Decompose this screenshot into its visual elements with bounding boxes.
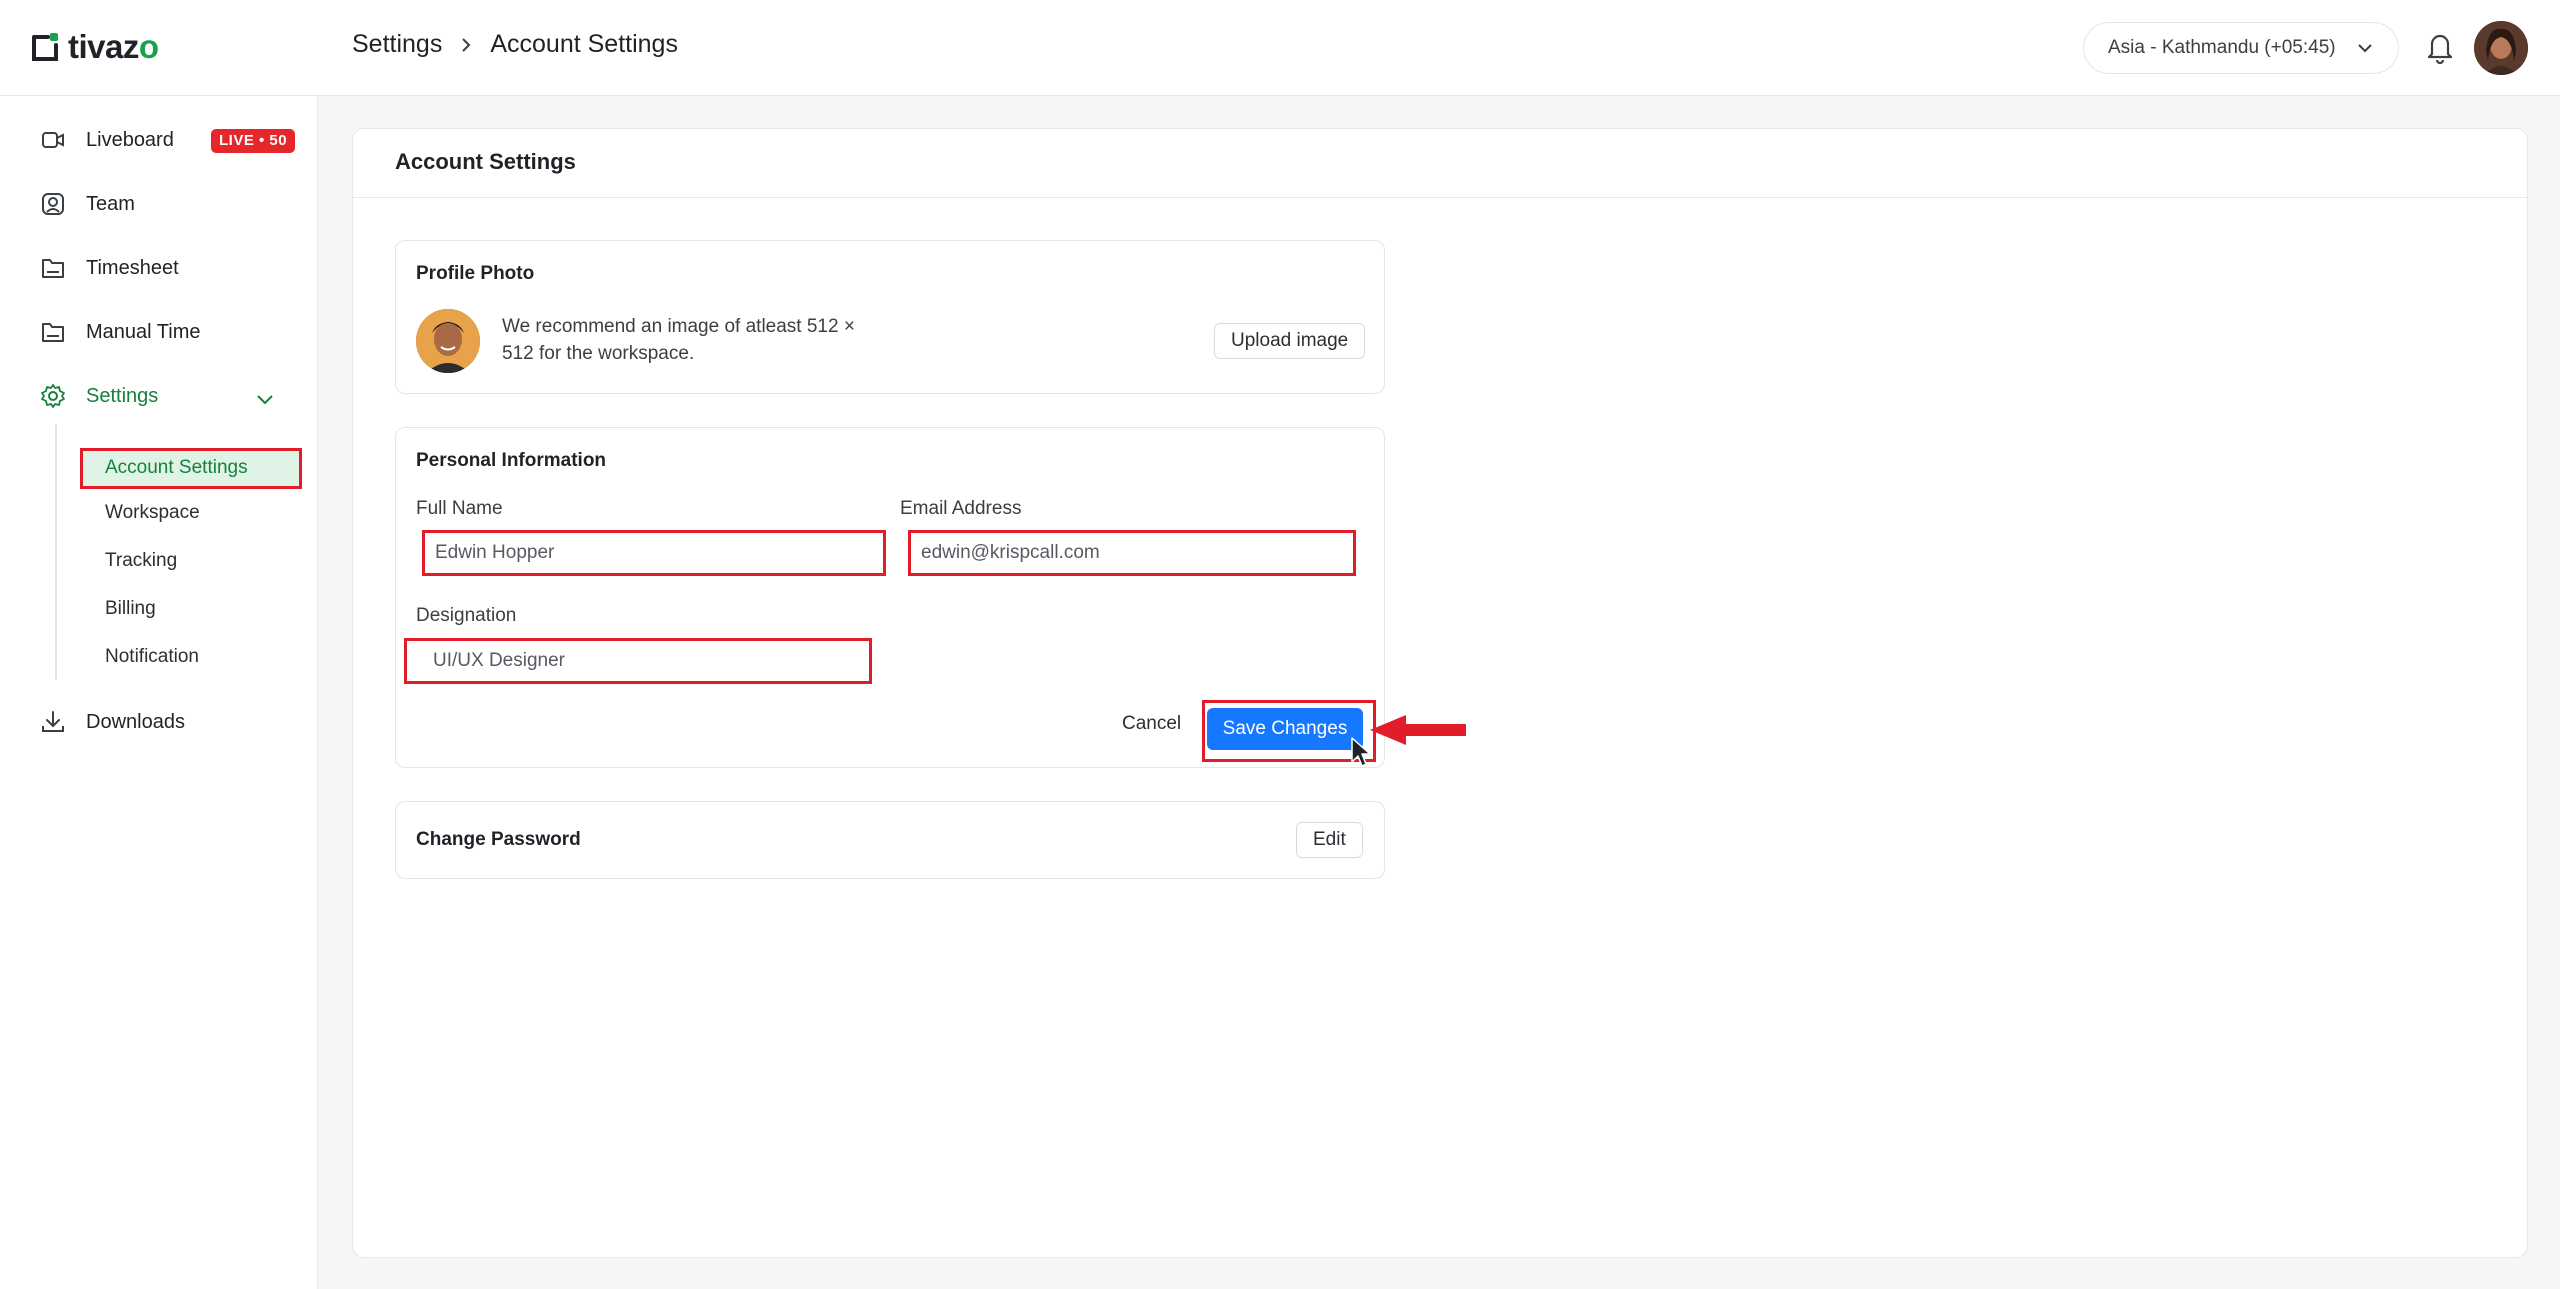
designation-value: UI/UX Designer (433, 650, 565, 671)
breadcrumb-account-settings: Account Settings (490, 30, 678, 58)
avatar-portrait (2474, 21, 2528, 75)
sidebar-item-label: Team (86, 192, 135, 215)
user-avatar[interactable] (2474, 21, 2528, 75)
user-square-icon (42, 193, 64, 215)
gear-icon (41, 384, 65, 408)
sidebar-subitem-account-settings[interactable]: Account Settings (80, 448, 302, 489)
profile-avatar (416, 309, 480, 373)
designation-input[interactable]: UI/UX Designer (404, 638, 872, 684)
divider (353, 197, 2527, 198)
folder-icon (42, 323, 64, 342)
sidebar-item-team[interactable]: Team (40, 191, 135, 217)
sidebar-item-label: Downloads (86, 710, 185, 733)
timezone-select[interactable]: Asia - Kathmandu (+05:45) (2083, 22, 2399, 74)
full-name-label: Full Name (416, 498, 503, 519)
page-title: Account Settings (395, 149, 576, 174)
sidebar-subitem-workspace[interactable]: Workspace (105, 502, 200, 524)
logo-text: tivazo (68, 28, 159, 65)
chevron-down-icon (2358, 44, 2372, 53)
chevron-down-icon[interactable] (254, 388, 276, 410)
top-header: tivazo Settings Account Settings Asia - … (0, 0, 2560, 96)
submenu-line (55, 424, 57, 680)
bell-icon[interactable] (2424, 30, 2456, 64)
profile-photo-panel: Profile Photo We recommend an image of a… (395, 240, 1385, 394)
save-changes-button[interactable]: Save Changes (1207, 708, 1363, 750)
sidebar-item-label: Manual Time (86, 320, 201, 343)
sidebar-subitem-billing[interactable]: Billing (105, 598, 156, 620)
download-icon (42, 711, 64, 732)
change-password-title: Change Password (416, 829, 581, 850)
video-camera-icon (42, 132, 64, 148)
tivazo-logo[interactable]: tivazo (30, 28, 159, 66)
sidebar-item-downloads[interactable]: Downloads (40, 709, 185, 735)
sidebar-item-label: Liveboard (86, 128, 174, 151)
sidebar-subitem-notification[interactable]: Notification (105, 646, 199, 668)
edit-password-button[interactable]: Edit (1296, 822, 1363, 858)
email-label: Email Address (900, 498, 1022, 519)
cancel-button[interactable]: Cancel (1122, 713, 1181, 735)
live-badge: LIVE • 50 (211, 129, 296, 153)
recommendation-text: We recommend an image of atleast 512 × 5… (502, 316, 855, 364)
sidebar-item-timesheet[interactable]: Timesheet (40, 255, 179, 281)
profile-photo-title: Profile Photo (416, 263, 535, 284)
folder-icon (42, 259, 64, 278)
logo-icon (32, 33, 58, 61)
email-input[interactable]: edwin@krispcall.com (908, 530, 1356, 576)
account-settings-card: Account Settings Profile Photo We recomm… (352, 128, 2528, 1258)
full-name-value: Edwin Hopper (435, 542, 555, 563)
mouse-cursor-icon (1351, 737, 1371, 767)
sidebar-item-settings[interactable]: Settings (40, 383, 158, 409)
upload-image-label: Upload image (1231, 330, 1349, 351)
timezone-value: Asia - Kathmandu (+05:45) (2108, 37, 2336, 58)
breadcrumb: Settings Account Settings (352, 30, 678, 59)
sidebar-item-label: Settings (86, 384, 159, 407)
change-password-panel: Change Password Edit (395, 801, 1385, 879)
edit-label: Edit (1313, 829, 1346, 850)
breadcrumb-settings[interactable]: Settings (352, 30, 442, 59)
designation-label: Designation (416, 605, 517, 626)
full-name-input[interactable]: Edwin Hopper (422, 530, 886, 576)
save-changes-label: Save Changes (1222, 718, 1348, 739)
sidebar: Liveboard LIVE • 50 Team Timesheet Manua… (0, 96, 318, 1289)
sidebar-item-manual-time[interactable]: Manual Time (40, 319, 201, 345)
personal-information-title: Personal Information (416, 450, 607, 471)
sidebar-subitem-label: Account Settings (105, 457, 248, 478)
chevron-right-icon (462, 37, 471, 52)
avatar-portrait (416, 309, 480, 373)
sidebar-subitem-tracking[interactable]: Tracking (105, 550, 177, 572)
sidebar-item-label: Timesheet (86, 256, 179, 279)
upload-image-button[interactable]: Upload image (1214, 323, 1366, 359)
email-value: edwin@krispcall.com (921, 542, 1100, 563)
red-arrow-icon (1370, 715, 1466, 745)
personal-information-panel: Personal Information Full Name Edwin Hop… (395, 427, 1385, 768)
sidebar-item-liveboard[interactable]: Liveboard (40, 127, 174, 153)
